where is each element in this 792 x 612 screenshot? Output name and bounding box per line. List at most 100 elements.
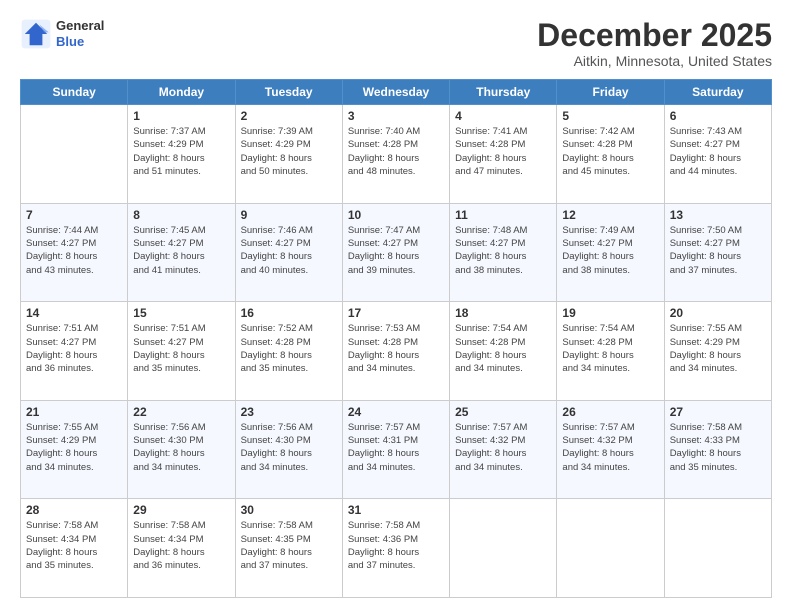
cell-info-text: Sunrise: 7:58 AM Sunset: 4:35 PM Dayligh… <box>241 519 337 572</box>
cell-date-number: 20 <box>670 306 766 320</box>
col-monday: Monday <box>128 80 235 105</box>
table-cell: 5 Sunrise: 7:42 AM Sunset: 4:28 PM Daylig… <box>557 105 664 204</box>
calendar-week-row: 1 Sunrise: 7:37 AM Sunset: 4:29 PM Daylig… <box>21 105 772 204</box>
table-cell: 11 Sunrise: 7:48 AM Sunset: 4:27 PM Dayli… <box>450 203 557 302</box>
cell-date-number: 3 <box>348 109 444 123</box>
cell-date-number: 5 <box>562 109 658 123</box>
cell-date-number: 26 <box>562 405 658 419</box>
table-cell: 9 Sunrise: 7:46 AM Sunset: 4:27 PM Daylig… <box>235 203 342 302</box>
cell-date-number: 27 <box>670 405 766 419</box>
table-cell: 29 Sunrise: 7:58 AM Sunset: 4:34 PM Dayli… <box>128 499 235 598</box>
cell-info-text: Sunrise: 7:58 AM Sunset: 4:36 PM Dayligh… <box>348 519 444 572</box>
table-cell <box>557 499 664 598</box>
col-tuesday: Tuesday <box>235 80 342 105</box>
cell-date-number: 10 <box>348 208 444 222</box>
table-cell <box>21 105 128 204</box>
table-cell: 17 Sunrise: 7:53 AM Sunset: 4:28 PM Dayli… <box>342 302 449 401</box>
logo: General Blue <box>20 18 104 50</box>
cell-date-number: 17 <box>348 306 444 320</box>
cell-date-number: 6 <box>670 109 766 123</box>
table-cell: 23 Sunrise: 7:56 AM Sunset: 4:30 PM Dayli… <box>235 400 342 499</box>
table-cell: 1 Sunrise: 7:37 AM Sunset: 4:29 PM Daylig… <box>128 105 235 204</box>
table-cell: 7Sunrise: 7:44 AM Sunset: 4:27 PM Daylig… <box>21 203 128 302</box>
table-cell: 10 Sunrise: 7:47 AM Sunset: 4:27 PM Dayli… <box>342 203 449 302</box>
table-cell: 2 Sunrise: 7:39 AM Sunset: 4:29 PM Daylig… <box>235 105 342 204</box>
cell-date-number: 24 <box>348 405 444 419</box>
cell-info-text: Sunrise: 7:37 AM Sunset: 4:29 PM Dayligh… <box>133 125 229 178</box>
cell-info-text: Sunrise: 7:58 AM Sunset: 4:34 PM Dayligh… <box>26 519 122 572</box>
cell-date-number: 4 <box>455 109 551 123</box>
cell-info-text: Sunrise: 7:43 AM Sunset: 4:27 PM Dayligh… <box>670 125 766 178</box>
cell-date-number: 23 <box>241 405 337 419</box>
cell-date-number: 15 <box>133 306 229 320</box>
calendar-week-row: 14 Sunrise: 7:51 AM Sunset: 4:27 PM Dayli… <box>21 302 772 401</box>
table-cell: 26 Sunrise: 7:57 AM Sunset: 4:32 PM Dayli… <box>557 400 664 499</box>
header: General Blue December 2025 Aitkin, Minne… <box>20 18 772 69</box>
table-cell: 25 Sunrise: 7:57 AM Sunset: 4:32 PM Dayli… <box>450 400 557 499</box>
cell-info-text: Sunrise: 7:58 AM Sunset: 4:33 PM Dayligh… <box>670 421 766 474</box>
table-cell <box>664 499 771 598</box>
col-thursday: Thursday <box>450 80 557 105</box>
col-sunday: Sunday <box>21 80 128 105</box>
table-cell: 28 Sunrise: 7:58 AM Sunset: 4:34 PM Dayli… <box>21 499 128 598</box>
cell-info-text: Sunrise: 7:51 AM Sunset: 4:27 PM Dayligh… <box>26 322 122 375</box>
calendar-week-row: 28 Sunrise: 7:58 AM Sunset: 4:34 PM Dayli… <box>21 499 772 598</box>
calendar-week-row: 7Sunrise: 7:44 AM Sunset: 4:27 PM Daylig… <box>21 203 772 302</box>
page: General Blue December 2025 Aitkin, Minne… <box>0 0 792 612</box>
cell-info-text: Sunrise: 7:51 AM Sunset: 4:27 PM Dayligh… <box>133 322 229 375</box>
cell-date-number: 18 <box>455 306 551 320</box>
cell-date-number: 12 <box>562 208 658 222</box>
cell-info-text: Sunrise: 7:42 AM Sunset: 4:28 PM Dayligh… <box>562 125 658 178</box>
cell-date-number: 29 <box>133 503 229 517</box>
cell-date-number: 9 <box>241 208 337 222</box>
cell-date-number: 28 <box>26 503 122 517</box>
cell-date-number: 21 <box>26 405 122 419</box>
cell-date-number: 14 <box>26 306 122 320</box>
cell-info-text: Sunrise: 7:56 AM Sunset: 4:30 PM Dayligh… <box>241 421 337 474</box>
title-block: December 2025 Aitkin, Minnesota, United … <box>537 18 772 69</box>
table-cell: 24 Sunrise: 7:57 AM Sunset: 4:31 PM Dayli… <box>342 400 449 499</box>
cell-date-number: 19 <box>562 306 658 320</box>
table-cell: 13 Sunrise: 7:50 AM Sunset: 4:27 PM Dayli… <box>664 203 771 302</box>
cell-info-text: Sunrise: 7:39 AM Sunset: 4:29 PM Dayligh… <box>241 125 337 178</box>
cell-info-text: Sunrise: 7:57 AM Sunset: 4:31 PM Dayligh… <box>348 421 444 474</box>
cell-date-number: 16 <box>241 306 337 320</box>
cell-info-text: Sunrise: 7:54 AM Sunset: 4:28 PM Dayligh… <box>562 322 658 375</box>
cell-date-number: 2 <box>241 109 337 123</box>
cell-date-number: 22 <box>133 405 229 419</box>
cell-info-text: Sunrise: 7:52 AM Sunset: 4:28 PM Dayligh… <box>241 322 337 375</box>
table-cell: 30Sunrise: 7:58 AM Sunset: 4:35 PM Dayli… <box>235 499 342 598</box>
table-cell: 6 Sunrise: 7:43 AM Sunset: 4:27 PM Daylig… <box>664 105 771 204</box>
logo-icon <box>20 18 52 50</box>
cell-info-text: Sunrise: 7:57 AM Sunset: 4:32 PM Dayligh… <box>562 421 658 474</box>
cell-info-text: Sunrise: 7:47 AM Sunset: 4:27 PM Dayligh… <box>348 224 444 277</box>
cell-date-number: 1 <box>133 109 229 123</box>
col-friday: Friday <box>557 80 664 105</box>
location: Aitkin, Minnesota, United States <box>537 53 772 69</box>
table-cell: 27 Sunrise: 7:58 AM Sunset: 4:33 PM Dayli… <box>664 400 771 499</box>
cell-date-number: 7 <box>26 208 122 222</box>
cell-date-number: 11 <box>455 208 551 222</box>
cell-date-number: 13 <box>670 208 766 222</box>
table-cell: 19 Sunrise: 7:54 AM Sunset: 4:28 PM Dayli… <box>557 302 664 401</box>
cell-info-text: Sunrise: 7:41 AM Sunset: 4:28 PM Dayligh… <box>455 125 551 178</box>
cell-info-text: Sunrise: 7:50 AM Sunset: 4:27 PM Dayligh… <box>670 224 766 277</box>
cell-info-text: Sunrise: 7:58 AM Sunset: 4:34 PM Dayligh… <box>133 519 229 572</box>
table-cell: 18 Sunrise: 7:54 AM Sunset: 4:28 PM Dayli… <box>450 302 557 401</box>
cell-info-text: Sunrise: 7:49 AM Sunset: 4:27 PM Dayligh… <box>562 224 658 277</box>
cell-date-number: 25 <box>455 405 551 419</box>
cell-info-text: Sunrise: 7:56 AM Sunset: 4:30 PM Dayligh… <box>133 421 229 474</box>
table-cell: 12 Sunrise: 7:49 AM Sunset: 4:27 PM Dayli… <box>557 203 664 302</box>
cell-info-text: Sunrise: 7:48 AM Sunset: 4:27 PM Dayligh… <box>455 224 551 277</box>
table-cell: 8 Sunrise: 7:45 AM Sunset: 4:27 PM Daylig… <box>128 203 235 302</box>
col-saturday: Saturday <box>664 80 771 105</box>
cell-info-text: Sunrise: 7:45 AM Sunset: 4:27 PM Dayligh… <box>133 224 229 277</box>
cell-info-text: Sunrise: 7:46 AM Sunset: 4:27 PM Dayligh… <box>241 224 337 277</box>
cell-info-text: Sunrise: 7:57 AM Sunset: 4:32 PM Dayligh… <box>455 421 551 474</box>
cell-info-text: Sunrise: 7:53 AM Sunset: 4:28 PM Dayligh… <box>348 322 444 375</box>
cell-info-text: Sunrise: 7:54 AM Sunset: 4:28 PM Dayligh… <box>455 322 551 375</box>
cell-date-number: 8 <box>133 208 229 222</box>
logo-text: General Blue <box>56 18 104 49</box>
table-cell: 20Sunrise: 7:55 AM Sunset: 4:29 PM Dayli… <box>664 302 771 401</box>
table-cell: 21Sunrise: 7:55 AM Sunset: 4:29 PM Dayli… <box>21 400 128 499</box>
